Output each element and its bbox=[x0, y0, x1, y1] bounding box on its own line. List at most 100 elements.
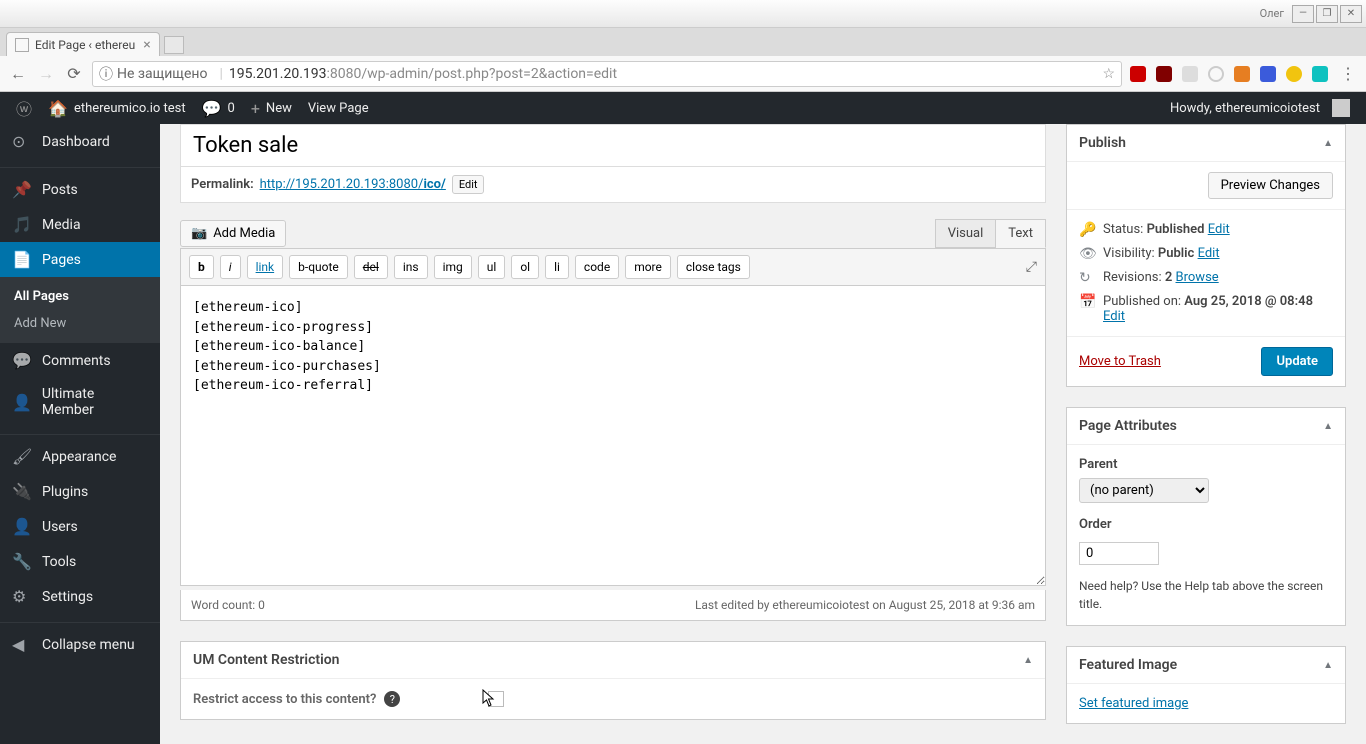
menu-plugins[interactable]: 🔌Plugins bbox=[0, 474, 160, 509]
edit-status-link[interactable]: Edit bbox=[1208, 222, 1230, 237]
browser-menu-icon[interactable]: ⋮ bbox=[1338, 64, 1358, 84]
new-content-link[interactable]: +New bbox=[243, 92, 300, 124]
submenu-add-new[interactable]: Add New bbox=[0, 310, 160, 337]
toggle-icon[interactable]: ▲ bbox=[1323, 660, 1333, 671]
edit-permalink-button[interactable]: Edit bbox=[452, 175, 485, 194]
tab-close-icon[interactable]: × bbox=[143, 37, 150, 53]
submenu-pages: All Pages Add New bbox=[0, 277, 160, 343]
browser-tab[interactable]: Edit Page ‹ ethereu × bbox=[6, 32, 160, 56]
publish-box-title: Publish bbox=[1079, 135, 1323, 151]
comments-link[interactable]: 💬0 bbox=[194, 92, 243, 124]
post-title-input[interactable] bbox=[180, 124, 1046, 167]
reload-icon[interactable]: ⟳ bbox=[64, 64, 84, 84]
ext-icon-5[interactable] bbox=[1234, 66, 1250, 82]
ext-icon-7[interactable] bbox=[1286, 66, 1302, 82]
window-minimize-button[interactable]: — bbox=[1292, 5, 1314, 23]
submenu-all-pages[interactable]: All Pages bbox=[0, 283, 160, 310]
media-icon: 🎵 bbox=[12, 215, 32, 234]
window-user: Олег bbox=[1260, 7, 1284, 20]
last-edited: Last edited by ethereumicoiotest on Augu… bbox=[695, 598, 1035, 612]
back-icon[interactable]: ← bbox=[8, 64, 28, 84]
ext-icon-1[interactable] bbox=[1130, 66, 1146, 82]
publish-box: Publish ▲ Preview Changes 🔑Status: Publi… bbox=[1066, 124, 1346, 387]
editor-status-bar: Word count: 0 Last edited by ethereumico… bbox=[180, 590, 1046, 621]
set-featured-image-link[interactable]: Set featured image bbox=[1079, 696, 1188, 711]
menu-users[interactable]: 👤Users bbox=[0, 509, 160, 544]
qt-ins[interactable]: ins bbox=[394, 255, 428, 279]
browse-revisions-link[interactable]: Browse bbox=[1176, 270, 1219, 285]
page-icon: 📄 bbox=[12, 250, 32, 269]
window-maximize-button[interactable]: ❐ bbox=[1316, 5, 1338, 23]
edit-date-link[interactable]: Edit bbox=[1103, 309, 1125, 324]
um-box-title: UM Content Restriction bbox=[193, 652, 1023, 668]
tab-text[interactable]: Text bbox=[996, 219, 1046, 248]
qt-img[interactable]: img bbox=[434, 255, 472, 279]
fullscreen-icon[interactable]: ⤢ bbox=[1026, 259, 1037, 275]
menu-posts[interactable]: 📌Posts bbox=[0, 172, 160, 207]
window-close-button[interactable]: ✕ bbox=[1340, 5, 1362, 23]
menu-tools[interactable]: 🔧Tools bbox=[0, 544, 160, 579]
parent-select[interactable]: (no parent) bbox=[1079, 478, 1209, 503]
qt-italic[interactable]: i bbox=[220, 255, 241, 279]
featured-image-box: Featured Image ▲ Set featured image bbox=[1066, 646, 1346, 724]
preview-button[interactable]: Preview Changes bbox=[1208, 172, 1333, 199]
settings-icon: ⚙ bbox=[12, 587, 32, 606]
insecure-indicator: ⓘ Не защищено bbox=[99, 64, 207, 84]
word-count: Word count: 0 bbox=[191, 598, 265, 612]
camera-icon: 📷 bbox=[191, 226, 207, 241]
view-page-link[interactable]: View Page bbox=[300, 92, 377, 124]
add-media-button[interactable]: 📷 Add Media bbox=[180, 220, 286, 247]
qt-ol[interactable]: ol bbox=[511, 255, 539, 279]
menu-pages[interactable]: 📄Pages bbox=[0, 242, 160, 277]
move-to-trash-link[interactable]: Move to Trash bbox=[1079, 354, 1161, 369]
wp-logo[interactable]: ⓦ bbox=[8, 92, 40, 124]
favicon-icon bbox=[15, 38, 29, 52]
qt-more[interactable]: more bbox=[625, 255, 671, 279]
howdy-link[interactable]: Howdy, ethereumicoiotest bbox=[1162, 92, 1358, 124]
browser-tab-strip: Edit Page ‹ ethereu × bbox=[0, 28, 1366, 56]
menu-settings[interactable]: ⚙Settings bbox=[0, 579, 160, 614]
menu-comments[interactable]: 💬Comments bbox=[0, 343, 160, 378]
qt-code[interactable]: code bbox=[575, 255, 619, 279]
toggle-icon[interactable]: ▲ bbox=[1323, 421, 1333, 432]
visibility-icon: 👁 bbox=[1079, 246, 1095, 262]
menu-appearance[interactable]: 🖌Appearance bbox=[0, 439, 160, 474]
ext-icon-8[interactable] bbox=[1312, 66, 1328, 82]
menu-dashboard[interactable]: ⊙Dashboard bbox=[0, 124, 160, 159]
forward-icon[interactable]: → bbox=[36, 64, 56, 84]
menu-ultimate-member[interactable]: 👤Ultimate Member bbox=[0, 378, 160, 426]
site-name-link[interactable]: 🏠ethereumico.io test bbox=[40, 92, 194, 124]
qt-bold[interactable]: b bbox=[189, 255, 214, 279]
help-icon[interactable]: ? bbox=[384, 691, 400, 707]
content-textarea[interactable]: [ethereum-ico] [ethereum-ico-progress] [… bbox=[180, 286, 1046, 586]
ext-icon-6[interactable] bbox=[1260, 66, 1276, 82]
url-input[interactable]: ⓘ Не защищено | 195.201.20.193:8080/wp-a… bbox=[92, 61, 1122, 87]
order-input[interactable] bbox=[1079, 542, 1159, 565]
ext-icon-4[interactable] bbox=[1208, 66, 1224, 82]
qt-li[interactable]: li bbox=[545, 255, 569, 279]
collapse-icon: ◀ bbox=[12, 635, 32, 654]
qt-del[interactable]: del bbox=[354, 255, 388, 279]
new-tab-button[interactable] bbox=[164, 36, 184, 54]
qt-link[interactable]: link bbox=[247, 255, 284, 279]
menu-collapse[interactable]: ◀Collapse menu bbox=[0, 627, 160, 662]
toggle-icon[interactable]: ▲ bbox=[1023, 655, 1033, 666]
tab-visual[interactable]: Visual bbox=[935, 219, 997, 248]
wp-admin-bar: ⓦ 🏠ethereumico.io test 💬0 +New View Page… bbox=[0, 92, 1366, 124]
restrict-checkbox[interactable] bbox=[488, 691, 504, 707]
update-button[interactable]: Update bbox=[1261, 347, 1333, 376]
qt-close-tags[interactable]: close tags bbox=[677, 255, 750, 279]
star-icon[interactable]: ☆ bbox=[1102, 66, 1115, 82]
menu-media[interactable]: 🎵Media bbox=[0, 207, 160, 242]
window-title-bar: Олег — ❐ ✕ bbox=[0, 0, 1366, 28]
qt-bquote[interactable]: b-quote bbox=[289, 255, 348, 279]
toggle-icon[interactable]: ▲ bbox=[1323, 138, 1333, 149]
edit-visibility-link[interactable]: Edit bbox=[1198, 246, 1220, 261]
ext-icon-2[interactable] bbox=[1156, 66, 1172, 82]
ext-icon-3[interactable] bbox=[1182, 66, 1198, 82]
permalink-link[interactable]: http://195.201.20.193:8080/ico/ bbox=[260, 177, 446, 192]
key-icon: 🔑 bbox=[1079, 222, 1095, 238]
qt-ul[interactable]: ul bbox=[478, 255, 506, 279]
plus-icon: + bbox=[251, 99, 260, 118]
comment-icon: 💬 bbox=[202, 99, 222, 118]
